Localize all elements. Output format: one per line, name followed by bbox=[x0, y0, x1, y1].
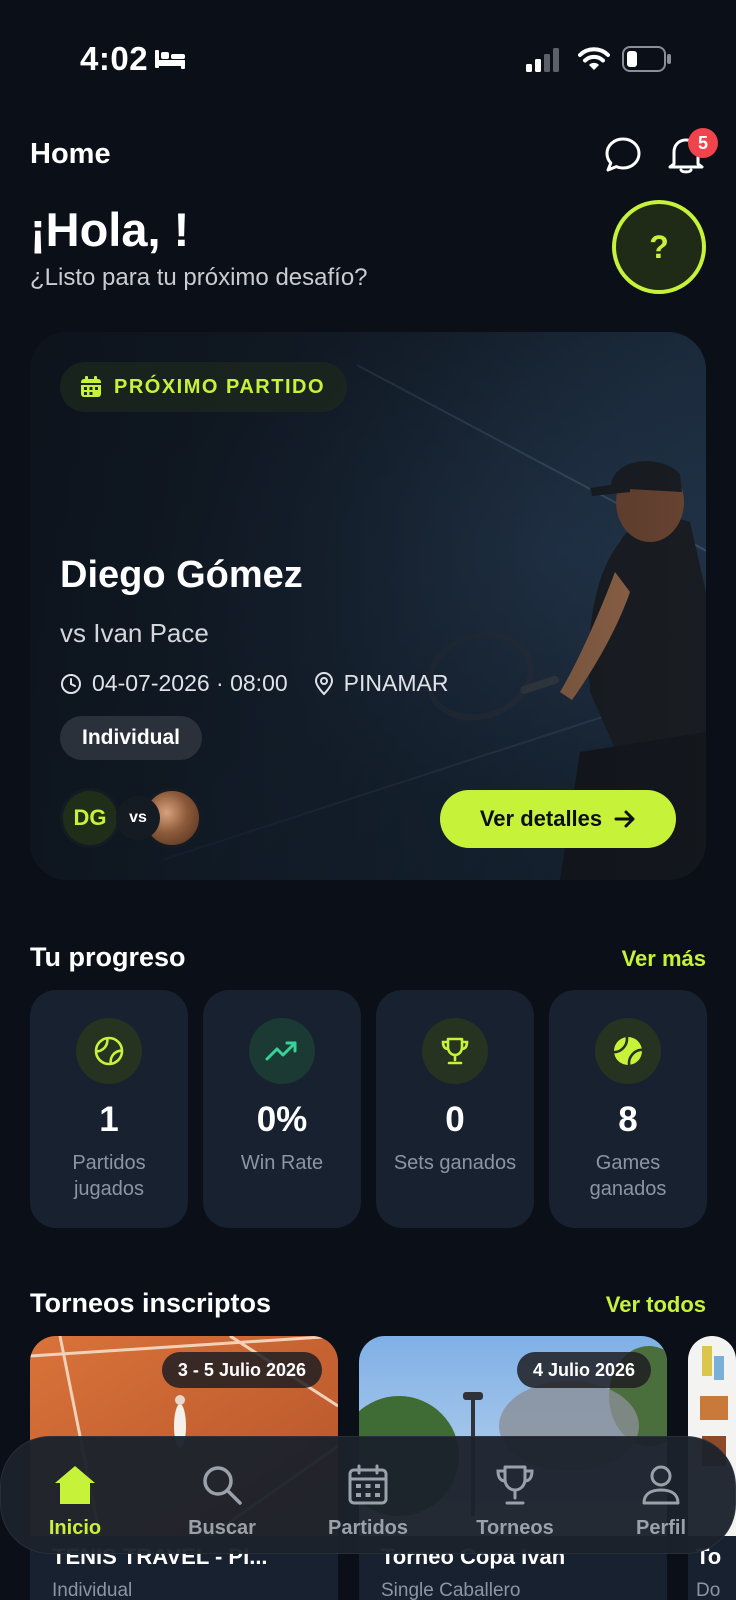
search-icon bbox=[203, 1466, 242, 1505]
match-datetime: 04-07-2026 · 08:00 bbox=[92, 670, 288, 696]
next-match-tag: PRÓXIMO PARTIDO bbox=[60, 362, 348, 412]
tournament-date: 3 - 5 Julio 2026 bbox=[161, 1352, 322, 1388]
battery-icon bbox=[622, 46, 671, 72]
nav-item-perfil[interactable]: Perfil bbox=[601, 1437, 721, 1555]
tournament-type: Do bbox=[696, 1580, 721, 1600]
status-time: 4:02 bbox=[80, 40, 149, 77]
stat-value: 8 bbox=[618, 1100, 638, 1139]
player-avatar: DG bbox=[60, 788, 120, 848]
tennis-ball-icon bbox=[595, 1018, 661, 1084]
vs-badge: vs bbox=[116, 796, 160, 840]
match-location: PINAMAR bbox=[343, 670, 449, 696]
stat-card-games[interactable]: 8 Games ganados bbox=[549, 990, 707, 1228]
stat-card-matches[interactable]: 1 Partidos jugados bbox=[30, 990, 188, 1228]
help-button[interactable]: ? bbox=[612, 200, 706, 294]
opponent-name: vs Ivan Pace bbox=[60, 618, 209, 648]
stat-card-win-rate[interactable]: 0% Win Rate bbox=[203, 990, 361, 1228]
nav-label: Partidos bbox=[327, 1517, 409, 1539]
nav-label: Torneos bbox=[476, 1517, 554, 1539]
tournaments-title: Torneos inscriptos bbox=[30, 1288, 272, 1318]
nav-item-buscar[interactable]: Buscar bbox=[162, 1437, 282, 1555]
page-title: Home bbox=[30, 138, 111, 170]
nav-item-partidos[interactable]: Partidos bbox=[308, 1437, 428, 1555]
calendar-icon bbox=[348, 1464, 388, 1505]
nav-label: Buscar bbox=[188, 1517, 256, 1539]
view-details-button[interactable]: Ver detalles bbox=[440, 790, 676, 848]
nav-item-torneos[interactable]: Torneos bbox=[455, 1437, 575, 1555]
notification-badge: 5 bbox=[688, 128, 718, 158]
view-details-label: Ver detalles bbox=[479, 806, 603, 831]
greeting-title: ¡Hola, ! bbox=[30, 203, 190, 256]
location-pin-icon bbox=[314, 671, 333, 695]
nav-label: Inicio bbox=[48, 1517, 102, 1539]
greeting-subtitle: ¿Listo para tu próximo desafío? bbox=[30, 264, 368, 291]
wifi-icon bbox=[578, 47, 610, 70]
stat-value: 1 bbox=[99, 1100, 119, 1139]
player-name: Diego Gómez bbox=[60, 554, 303, 596]
stat-label: Win Rate bbox=[240, 1152, 324, 1174]
trending-up-icon bbox=[249, 1018, 315, 1084]
stat-label: Games ganados bbox=[589, 1152, 667, 1200]
tennis-ball-outline-icon bbox=[76, 1018, 142, 1084]
bed-icon bbox=[155, 50, 185, 69]
tournament-type: Individual bbox=[52, 1580, 133, 1600]
trophy-icon bbox=[422, 1018, 488, 1084]
stat-label: Sets ganados bbox=[393, 1152, 517, 1174]
stat-label: Partidos jugados bbox=[72, 1152, 146, 1200]
tournaments-see-all-link[interactable]: Ver todos bbox=[606, 1292, 706, 1318]
next-match-tag-label: PRÓXIMO PARTIDO bbox=[114, 375, 326, 398]
bottom-navigation: Inicio Buscar Partidos Torneos Perfil bbox=[0, 1436, 736, 1554]
user-icon bbox=[642, 1465, 680, 1505]
signal-icon bbox=[526, 48, 559, 72]
progress-see-more-link[interactable]: Ver más bbox=[622, 946, 706, 972]
stat-value: 0% bbox=[256, 1100, 308, 1139]
tournament-date: 4 Julio 2026 bbox=[516, 1352, 651, 1388]
nav-item-inicio[interactable]: Inicio bbox=[15, 1437, 135, 1555]
home-icon bbox=[55, 1466, 95, 1504]
clock-icon bbox=[61, 673, 81, 694]
chat-icon[interactable] bbox=[604, 136, 642, 174]
progress-title: Tu progreso bbox=[30, 942, 186, 972]
next-match-card[interactable]: PRÓXIMO PARTIDO Diego Gómez vs Ivan Pace… bbox=[30, 332, 706, 880]
stat-card-sets[interactable]: 0 Sets ganados bbox=[376, 990, 534, 1228]
arrow-right-icon bbox=[614, 810, 635, 828]
trophy-icon bbox=[496, 1465, 534, 1505]
nav-label: Perfil bbox=[635, 1517, 687, 1539]
calendar-icon bbox=[81, 376, 101, 397]
tournament-type: Single Caballero bbox=[381, 1580, 521, 1600]
match-type-badge: Individual bbox=[60, 716, 203, 760]
match-meta: 04-07-2026 · 08:00 PINAMAR bbox=[60, 670, 448, 697]
stat-value: 0 bbox=[445, 1100, 465, 1139]
